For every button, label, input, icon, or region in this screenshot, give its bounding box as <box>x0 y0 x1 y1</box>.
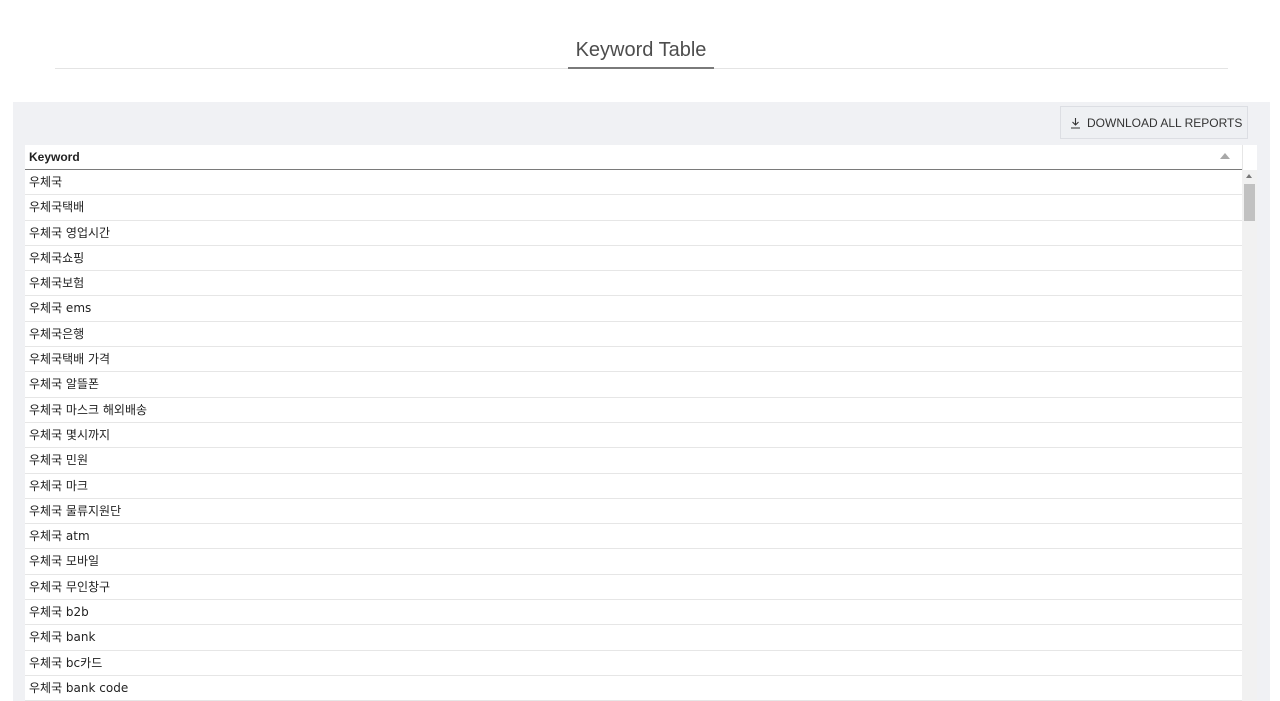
scrollbar-thumb[interactable] <box>1244 184 1255 221</box>
table-row[interactable]: 우체국 bc카드 <box>25 651 1242 676</box>
table-row[interactable]: 우체국 ems <box>25 296 1242 322</box>
download-button-label: DOWNLOAD ALL REPORTS <box>1087 115 1243 130</box>
table-row[interactable]: 우체국 물류지원단 <box>25 499 1242 525</box>
page-header: Keyword Table <box>0 0 1280 102</box>
table-row[interactable]: 우체국 민원 <box>25 448 1242 474</box>
table-row[interactable]: 우체국 무인창구 <box>25 575 1242 601</box>
table-row[interactable]: 우체국택배 가격 <box>25 347 1242 373</box>
vertical-scrollbar[interactable] <box>1242 170 1257 701</box>
table-row[interactable]: 우체국 <box>25 170 1242 196</box>
table-row[interactable]: 우체국 bank code <box>25 676 1242 701</box>
sort-ascending-icon[interactable] <box>1220 153 1230 159</box>
scroll-up-arrow-icon[interactable] <box>1246 174 1252 178</box>
title-underline <box>568 67 714 69</box>
table-row[interactable]: 우체국 b2b <box>25 600 1242 626</box>
table-row[interactable]: 우체국 알뜰폰 <box>25 372 1242 398</box>
table-header[interactable]: Keyword <box>25 145 1242 170</box>
table-row[interactable]: 우체국택배 <box>25 195 1242 221</box>
table-body: 우체국 우체국택배 우체국 영업시간 우체국쇼핑 우체국보험 우체국 ems 우… <box>25 170 1242 701</box>
table-row[interactable]: 우체국 마크 <box>25 474 1242 499</box>
column-header-keyword: Keyword <box>29 150 80 164</box>
keyword-table: Keyword 우체국 우체국택배 우체국 영업시간 우체국쇼핑 우체국보험 우… <box>25 145 1257 701</box>
page-title: Keyword Table <box>575 39 707 61</box>
table-row[interactable]: 우체국 모바일 <box>25 549 1242 575</box>
table-row[interactable]: 우체국보험 <box>25 271 1242 297</box>
table-row[interactable]: 우체국쇼핑 <box>25 246 1242 272</box>
table-panel: DOWNLOAD ALL REPORTS Keyword 우체국 우체국택배 우… <box>13 102 1270 701</box>
header-filler <box>1242 145 1257 170</box>
download-icon <box>1071 117 1080 129</box>
table-row[interactable]: 우체국 영업시간 <box>25 221 1242 246</box>
table-row[interactable]: 우체국 몇시까지 <box>25 423 1242 449</box>
table-row[interactable]: 우체국은행 <box>25 322 1242 348</box>
table-row[interactable]: 우체국 마스크 해외배송 <box>25 398 1242 423</box>
table-row[interactable]: 우체국 atm <box>25 524 1242 550</box>
download-all-reports-button[interactable]: DOWNLOAD ALL REPORTS <box>1060 106 1248 139</box>
table-row[interactable]: 우체국 bank <box>25 625 1242 651</box>
